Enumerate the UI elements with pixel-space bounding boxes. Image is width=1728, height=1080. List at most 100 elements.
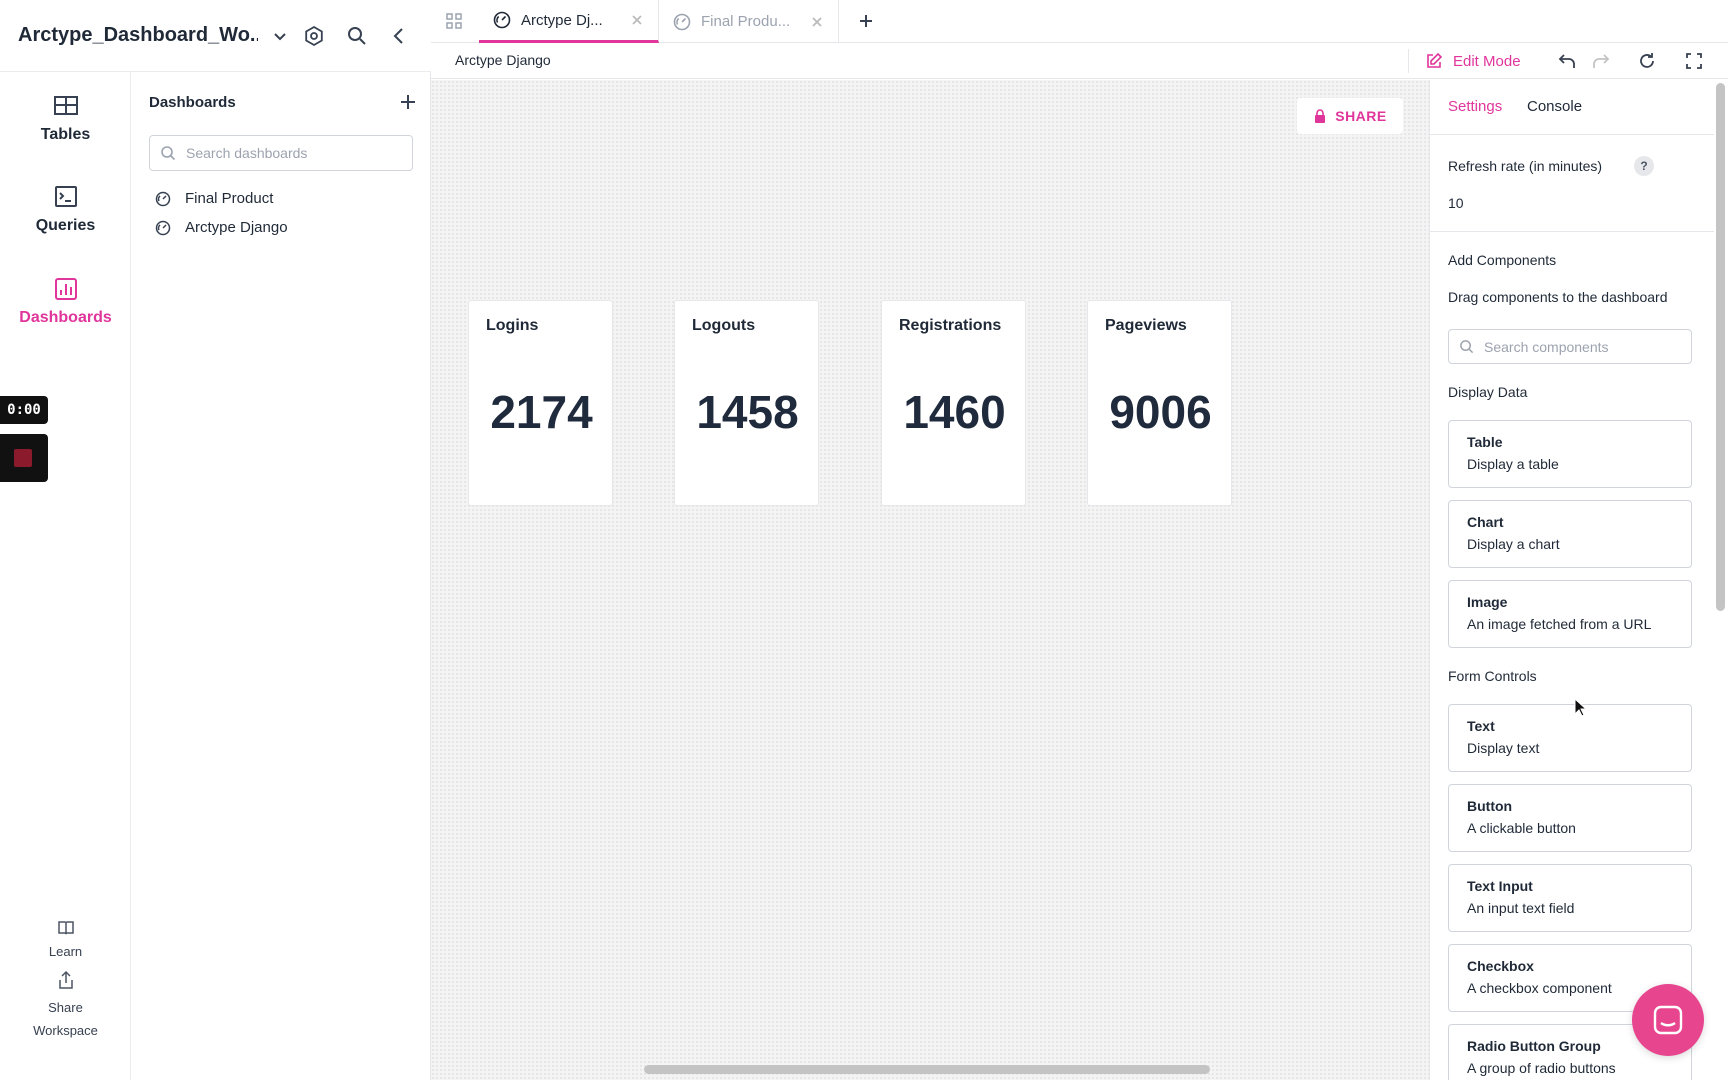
component-name: Chart: [1467, 514, 1504, 530]
add-components-title: Add Components: [1448, 252, 1557, 268]
close-icon[interactable]: [810, 15, 824, 29]
settings-panel: Settings Console Refresh rate (in minute…: [1429, 80, 1715, 1080]
component-name: Text Input: [1467, 878, 1533, 894]
component-name: Table: [1467, 434, 1503, 450]
dashboard-toolbar: Arctype Django Edit Mode: [431, 43, 1728, 79]
book-icon: [56, 918, 76, 938]
stat-card-pageviews[interactable]: Pageviews 9006: [1087, 300, 1232, 506]
component-table[interactable]: Table Display a table: [1448, 420, 1692, 488]
component-text[interactable]: Text Display text: [1448, 704, 1692, 772]
dashboard-gauge-icon: [673, 13, 691, 31]
component-desc: Display text: [1467, 740, 1540, 756]
horizontal-scrollbar[interactable]: [644, 1065, 1210, 1074]
search-components-input[interactable]: [1484, 338, 1684, 355]
dashboard-gauge-icon: [493, 11, 511, 29]
stat-value: 2174: [490, 386, 593, 438]
search-components-field[interactable]: [1448, 329, 1692, 364]
add-components-hint: Drag components to the dashboard: [1448, 289, 1668, 305]
component-image[interactable]: Image An image fetched from a URL: [1448, 580, 1692, 648]
dashboard-item-arctype-django[interactable]: Arctype Django: [155, 219, 288, 236]
search-dashboards-field[interactable]: [149, 135, 413, 171]
settings-icon[interactable]: [302, 24, 326, 48]
share-button[interactable]: SHARE: [1297, 98, 1403, 134]
share-workspace-link[interactable]: Share Workspace: [0, 970, 131, 1042]
table-icon: [52, 92, 80, 120]
display-data-title: Display Data: [1448, 384, 1528, 400]
stat-label: Logouts: [692, 317, 756, 334]
share-icon: [56, 970, 76, 990]
learn-label: Learn: [48, 944, 83, 959]
component-text-input[interactable]: Text Input An input text field: [1448, 864, 1692, 932]
settings-tabs: Settings Console: [1430, 80, 1715, 135]
component-desc: An image fetched from a URL: [1467, 616, 1652, 632]
redo-icon[interactable]: [1591, 51, 1611, 71]
stat-card-logouts[interactable]: Logouts 1458: [674, 300, 819, 506]
refresh-rate-label: Refresh rate (in minutes): [1448, 158, 1603, 174]
add-dashboard-icon[interactable]: [398, 92, 418, 112]
search-dashboards-input[interactable]: [186, 145, 406, 161]
rail-item-dashboards[interactable]: Dashboards: [0, 275, 131, 327]
workspace-title[interactable]: Arctype_Dashboard_Wo...: [18, 24, 258, 47]
fullscreen-icon[interactable]: [1684, 51, 1704, 71]
component-name: Button: [1467, 798, 1513, 814]
chat-icon: [1650, 1002, 1686, 1038]
stat-card-logins[interactable]: Logins 2174: [468, 300, 613, 506]
vertical-scrollbar[interactable]: [1716, 83, 1725, 611]
edit-icon: [1425, 52, 1443, 70]
help-icon[interactable]: ?: [1634, 156, 1654, 176]
stat-label: Registrations: [899, 317, 1002, 334]
undo-icon[interactable]: [1557, 51, 1577, 71]
dashboard-item-final-product[interactable]: Final Product: [155, 190, 273, 207]
rail-item-tables[interactable]: Tables: [0, 92, 131, 144]
component-chart[interactable]: Chart Display a chart: [1448, 500, 1692, 568]
stat-value: 1460: [903, 386, 1006, 438]
rail-label-queries: Queries: [35, 217, 96, 234]
dashboards-panel: Dashboards Final Product Arctype Django: [131, 72, 431, 1080]
mouse-cursor-icon: [1574, 698, 1588, 718]
component-desc: An input text field: [1467, 900, 1575, 916]
tab-settings[interactable]: Settings: [1448, 98, 1502, 115]
stop-recording-button[interactable]: [0, 434, 48, 482]
chevron-down-icon[interactable]: [268, 24, 292, 48]
recording-timer: 0:00: [0, 396, 48, 424]
stat-label: Pageviews: [1105, 317, 1187, 334]
dashboard-gauge-icon: [155, 220, 171, 236]
refresh-rate-value[interactable]: 10: [1448, 195, 1464, 211]
form-controls-title: Form Controls: [1448, 668, 1537, 684]
close-icon[interactable]: [630, 13, 644, 27]
tab-final-product[interactable]: Final Produ...: [659, 0, 839, 43]
rail-item-queries[interactable]: Queries: [0, 183, 131, 235]
share-label: SHARE: [1335, 108, 1387, 124]
lock-icon: [1313, 109, 1327, 123]
divider: [1430, 231, 1715, 232]
component-button[interactable]: Button A clickable button: [1448, 784, 1692, 852]
learn-link[interactable]: Learn: [0, 918, 131, 959]
search-icon[interactable]: [345, 24, 369, 48]
dashboard-canvas[interactable]: SHARE Logins 2174 Logouts 1458 Registrat…: [431, 80, 1429, 1080]
bar-chart-icon: [52, 275, 80, 303]
stop-icon: [14, 449, 32, 467]
component-desc: A clickable button: [1467, 820, 1576, 836]
tab-label: Arctype Dj...: [521, 11, 603, 29]
stat-label: Logins: [486, 317, 539, 334]
chat-support-button[interactable]: [1632, 984, 1704, 1056]
new-tab-icon[interactable]: [856, 11, 876, 31]
component-name: Image: [1467, 594, 1508, 610]
tab-bar: Arctype Dj... Final Produ...: [431, 0, 1728, 43]
rail-label-tables: Tables: [40, 126, 91, 143]
share-workspace-label: Share Workspace: [33, 1000, 98, 1038]
rail-label-dashboards: Dashboards: [19, 309, 112, 326]
component-desc: A group of radio buttons: [1467, 1060, 1616, 1076]
grid-icon[interactable]: [445, 12, 463, 30]
collapse-sidebar-icon[interactable]: [387, 24, 411, 48]
refresh-icon[interactable]: [1637, 51, 1657, 71]
dashboard-item-label: Arctype Django: [185, 219, 288, 236]
icon-rail: Tables Queries Dashboards Learn Share Wo…: [0, 72, 131, 1080]
edit-mode-label: Edit Mode: [1453, 52, 1521, 70]
tab-console[interactable]: Console: [1527, 98, 1582, 115]
component-desc: Display a chart: [1467, 536, 1560, 552]
edit-mode-button[interactable]: Edit Mode: [1408, 49, 1521, 73]
stat-card-registrations[interactable]: Registrations 1460: [881, 300, 1026, 506]
stat-value: 1458: [696, 386, 799, 438]
tab-arctype-django[interactable]: Arctype Dj...: [479, 0, 659, 43]
